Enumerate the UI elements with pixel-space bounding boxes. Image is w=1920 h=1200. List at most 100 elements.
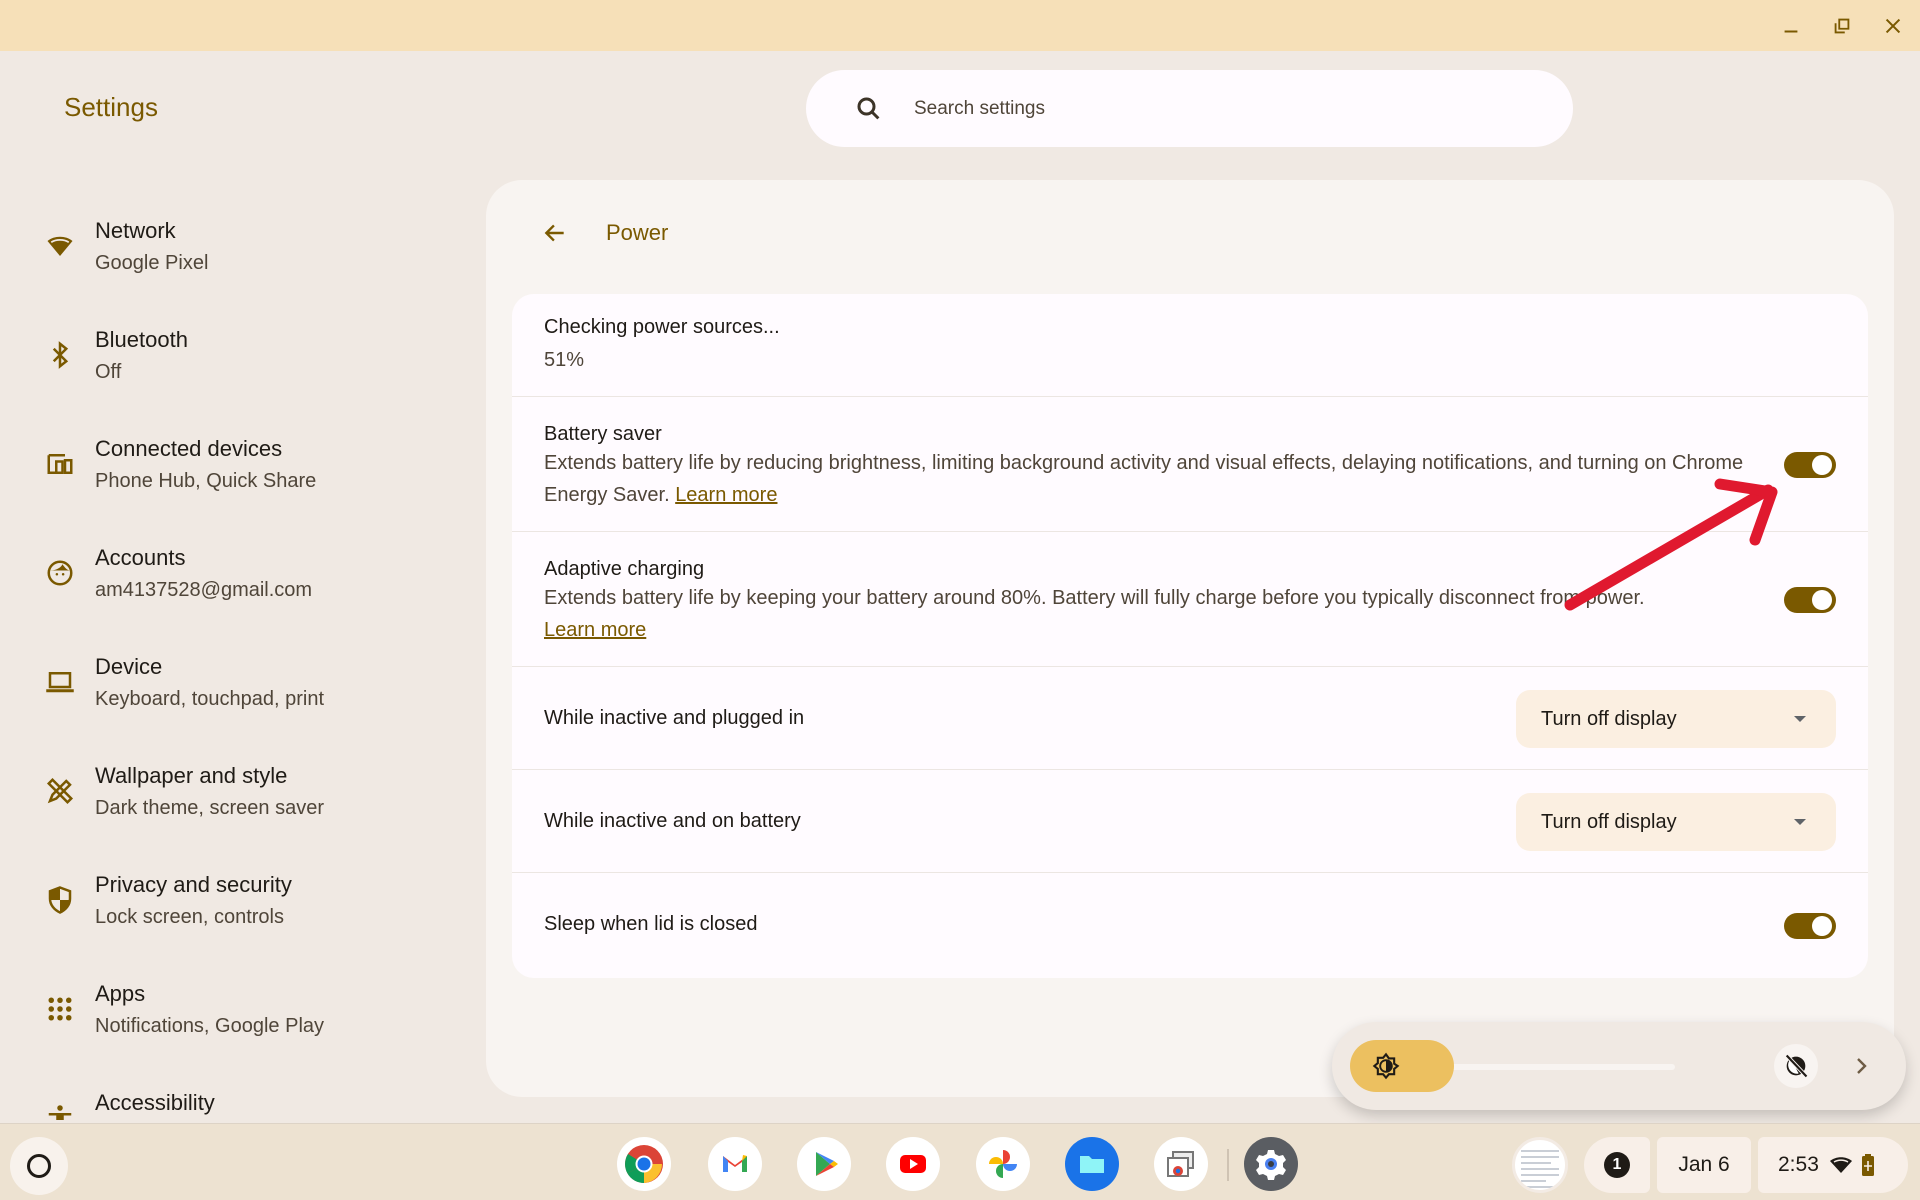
date-text: Jan 6 xyxy=(1678,1153,1730,1176)
back-button[interactable] xyxy=(540,218,570,248)
date-tray-button[interactable]: Jan 6 xyxy=(1657,1137,1751,1193)
page-title: Power xyxy=(606,220,669,245)
inactive-battery-value: Turn off display xyxy=(1541,810,1677,833)
sidebar-item-bluetooth[interactable]: Bluetooth Off xyxy=(0,309,470,399)
battery-charging-icon xyxy=(1861,1154,1874,1176)
status-tray-button[interactable]: 2:53 xyxy=(1758,1137,1908,1193)
sidebar-item-device[interactable]: Device Keyboard, touchpad, print xyxy=(0,636,470,726)
sidebar-item-label: Apps xyxy=(95,981,146,1006)
inactive-battery-select[interactable]: Turn off display xyxy=(1516,793,1836,851)
adaptive-charging-toggle[interactable] xyxy=(1784,587,1836,613)
shelf-app-remote-desktop[interactable] xyxy=(1154,1137,1208,1191)
sidebar-item-label: Accounts xyxy=(95,545,186,570)
arrow-back-icon xyxy=(544,224,564,242)
sidebar-item-accounts[interactable]: Accounts am4137528@gmail.com xyxy=(0,527,470,617)
play-store-icon xyxy=(816,1152,838,1176)
adaptive-charging-desc: Extends battery life by keeping your bat… xyxy=(544,587,1645,609)
power-settings-list: Checking power sources... 51% Battery sa… xyxy=(512,294,1868,978)
accessibility-icon xyxy=(48,1105,72,1120)
close-button[interactable] xyxy=(1879,12,1907,40)
sidebar-item-accessibility[interactable]: Accessibility Screen reader, magnificati… xyxy=(0,1072,470,1120)
sidebar-item-sub: Off xyxy=(95,361,122,383)
adaptive-charging-title: Adaptive charging xyxy=(544,558,705,580)
apps-grid-icon xyxy=(48,997,72,1021)
chevron-right-icon[interactable] xyxy=(1852,1054,1872,1078)
gmail-icon xyxy=(723,1155,747,1172)
shelf-app-settings[interactable] xyxy=(1244,1137,1298,1191)
sidebar-item-privacy[interactable]: Privacy and security Lock screen, contro… xyxy=(0,854,470,944)
sleep-lid-label: Sleep when lid is closed xyxy=(544,913,758,935)
brightness-icon xyxy=(1372,1052,1400,1080)
search-icon xyxy=(857,97,880,119)
minimize-icon xyxy=(1784,30,1798,33)
shelf-app-chrome[interactable] xyxy=(617,1137,671,1191)
remote-desktop-icon xyxy=(1167,1151,1194,1177)
minimize-button[interactable] xyxy=(1777,12,1805,40)
laptop-icon xyxy=(46,672,74,693)
sidebar-item-label: Accessibility xyxy=(95,1090,215,1115)
sleep-lid-toggle[interactable] xyxy=(1784,913,1836,939)
page-header: Power xyxy=(540,218,668,248)
sidebar-item-network[interactable]: Network Google Pixel xyxy=(0,200,470,290)
night-light-off-icon xyxy=(1785,1054,1808,1078)
wifi-icon xyxy=(47,236,73,256)
restore-button[interactable] xyxy=(1828,12,1856,40)
shelf-app-play-store[interactable] xyxy=(797,1137,851,1191)
connected-devices-icon xyxy=(47,454,73,474)
shelf-app-files[interactable] xyxy=(1065,1137,1119,1191)
brightness-slider-fill[interactable] xyxy=(1350,1040,1454,1092)
sidebar-item-apps[interactable]: Apps Notifications, Google Play xyxy=(0,963,470,1053)
battery-saver-learn-more-link[interactable]: Learn more xyxy=(675,484,777,506)
battery-saver-row: Battery saver Extends battery life by re… xyxy=(512,397,1868,532)
window-titlebar xyxy=(0,0,1920,51)
search-input[interactable] xyxy=(914,97,1514,120)
files-folder-icon xyxy=(1080,1156,1104,1173)
sidebar-item-connected-devices[interactable]: Connected devices Phone Hub, Quick Share xyxy=(0,418,470,508)
shelf-separator xyxy=(1227,1149,1229,1181)
inactive-plugged-row: While inactive and plugged in Turn off d… xyxy=(512,667,1868,770)
notification-count-badge: 1 xyxy=(1604,1152,1630,1178)
shelf: 1 Jan 6 2:53 xyxy=(0,1123,1920,1200)
sidebar-item-sub: Lock screen, controls xyxy=(95,906,284,928)
sidebar-item-label: Network xyxy=(95,218,176,243)
shelf-app-photos[interactable] xyxy=(976,1137,1030,1191)
inactive-battery-label: While inactive and on battery xyxy=(544,810,801,832)
wifi-status-icon xyxy=(1829,1157,1852,1173)
battery-saver-toggle[interactable] xyxy=(1784,452,1836,478)
power-source-row: Checking power sources... 51% xyxy=(512,294,1868,397)
sidebar-item-label: Bluetooth xyxy=(95,327,188,352)
battery-saver-title: Battery saver xyxy=(544,423,662,445)
battery-percent: 51% xyxy=(544,349,585,371)
design-pencil-ruler-icon xyxy=(46,777,74,805)
dropdown-caret-icon xyxy=(1794,819,1806,825)
bluetooth-icon xyxy=(52,341,69,369)
sidebar-item-wallpaper[interactable]: Wallpaper and style Dark theme, screen s… xyxy=(0,745,470,835)
launcher-icon xyxy=(27,1154,51,1178)
restore-icon xyxy=(1834,18,1850,34)
notification-center-button[interactable]: 1 xyxy=(1584,1137,1650,1193)
adaptive-charging-learn-more-link[interactable]: Learn more xyxy=(544,619,646,641)
night-light-button[interactable] xyxy=(1774,1044,1818,1088)
google-photos-icon xyxy=(989,1150,1017,1178)
shelf-app-youtube[interactable] xyxy=(886,1137,940,1191)
sidebar-item-sub: am4137528@gmail.com xyxy=(95,579,313,601)
sidebar-item-label: Device xyxy=(95,654,163,679)
launcher-button[interactable] xyxy=(10,1137,68,1195)
dropdown-caret-icon xyxy=(1794,716,1806,722)
brightness-pod xyxy=(1332,1022,1906,1110)
shield-icon xyxy=(48,886,72,914)
sleep-lid-row: Sleep when lid is closed xyxy=(512,873,1868,978)
shelf-app-gmail[interactable] xyxy=(708,1137,762,1191)
settings-gear-icon xyxy=(1256,1150,1286,1180)
sidebar-item-sub: Keyboard, touchpad, print xyxy=(95,688,325,710)
sidebar-item-sub: Phone Hub, Quick Share xyxy=(95,470,317,492)
account-face-icon xyxy=(47,560,73,586)
sidebar-item-label: Privacy and security xyxy=(95,872,292,897)
adaptive-charging-row: Adaptive charging Extends battery life b… xyxy=(512,532,1868,667)
search-box[interactable] xyxy=(806,70,1573,147)
screenshot-thumbnail[interactable] xyxy=(1512,1137,1568,1193)
power-source-title: Checking power sources... xyxy=(544,316,780,338)
inactive-battery-row: While inactive and on battery Turn off d… xyxy=(512,770,1868,873)
close-icon xyxy=(1885,18,1901,34)
inactive-plugged-select[interactable]: Turn off display xyxy=(1516,690,1836,748)
